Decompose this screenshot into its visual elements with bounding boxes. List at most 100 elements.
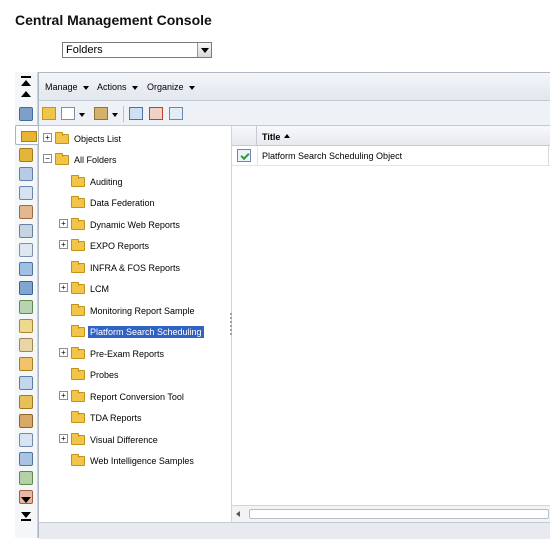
tree-item-data-federation[interactable]: Data Federation bbox=[71, 195, 157, 211]
folder-tree: + Objects List − All Folders Auditing Da… bbox=[39, 126, 231, 522]
folders-icon[interactable] bbox=[15, 125, 39, 145]
refresh-icon[interactable] bbox=[169, 107, 183, 120]
instance-manager-icon[interactable] bbox=[19, 452, 33, 466]
folder-icon bbox=[71, 261, 85, 273]
tree-item-report-conversion-tool[interactable]: Report Conversion Tool bbox=[71, 389, 186, 405]
sessions-icon[interactable] bbox=[19, 433, 33, 447]
inbox-icon[interactable] bbox=[19, 167, 33, 181]
expand-icon[interactable]: + bbox=[59, 283, 68, 292]
scroll-top-bar-icon[interactable] bbox=[21, 76, 31, 78]
tree-item-expo-reports[interactable]: EXPO Reports bbox=[71, 238, 151, 254]
scrollbar-thumb[interactable] bbox=[249, 509, 549, 519]
tree-item-pre-exam-reports[interactable]: Pre-Exam Reports bbox=[71, 346, 166, 362]
horizontal-scrollbar[interactable] bbox=[232, 505, 550, 522]
tree-item-lcm[interactable]: LCM bbox=[71, 281, 111, 297]
page-title: Central Management Console bbox=[15, 12, 212, 28]
scroll-bottom-bar-icon[interactable] bbox=[21, 519, 31, 521]
folder-icon bbox=[71, 368, 85, 380]
chevron-down-icon bbox=[200, 47, 209, 53]
chevron-down-icon[interactable] bbox=[112, 113, 118, 117]
tree-item-auditing[interactable]: Auditing bbox=[71, 174, 125, 190]
object-list: Title Platform Search Scheduling Object bbox=[232, 126, 550, 522]
expand-icon[interactable]: + bbox=[59, 391, 68, 400]
settings-icon[interactable] bbox=[19, 376, 33, 390]
expand-icon[interactable]: + bbox=[59, 434, 68, 443]
toolbar-separator bbox=[123, 106, 124, 122]
connections-icon[interactable] bbox=[19, 262, 33, 276]
expand-icon[interactable]: + bbox=[59, 240, 68, 249]
view-select-dropdown[interactable]: Folders bbox=[62, 42, 212, 58]
table-row[interactable]: Platform Search Scheduling Object bbox=[232, 146, 550, 166]
tree-item-monitoring-report-sample[interactable]: Monitoring Report Sample bbox=[71, 303, 197, 319]
folder-icon bbox=[71, 347, 85, 359]
events-icon[interactable] bbox=[19, 338, 33, 352]
personal-folders-icon[interactable] bbox=[19, 148, 33, 162]
folder-icon bbox=[71, 196, 85, 208]
user-security-icon[interactable] bbox=[149, 107, 163, 120]
menu-organize[interactable]: Organize bbox=[147, 82, 195, 92]
folder-icon bbox=[71, 433, 85, 445]
expand-icon[interactable]: + bbox=[59, 219, 68, 228]
folder-icon bbox=[71, 411, 85, 423]
tree-item-web-intelligence-samples[interactable]: Web Intelligence Samples bbox=[71, 453, 196, 469]
menu-manage[interactable]: Manage bbox=[45, 82, 89, 92]
folder-icon bbox=[71, 304, 85, 316]
folder-icon bbox=[71, 239, 85, 251]
tree-item-objects-list[interactable]: Objects List bbox=[55, 131, 123, 147]
scroll-up-icon[interactable] bbox=[21, 91, 31, 97]
expand-icon[interactable]: + bbox=[59, 348, 68, 357]
chevron-down-icon bbox=[131, 85, 138, 90]
scroll-left-icon[interactable] bbox=[236, 511, 240, 517]
menu-bar: Manage Actions Organize bbox=[39, 73, 550, 101]
chevron-down-icon bbox=[82, 85, 89, 90]
folder-icon bbox=[55, 153, 69, 165]
folder-icon bbox=[71, 454, 85, 466]
federation-icon[interactable] bbox=[19, 471, 33, 485]
scroll-up-icon[interactable] bbox=[21, 80, 31, 86]
expand-icon[interactable]: + bbox=[43, 133, 52, 142]
universes-icon[interactable] bbox=[19, 243, 33, 257]
folder-icon bbox=[71, 390, 85, 402]
dropdown-button[interactable] bbox=[197, 43, 211, 57]
row-title[interactable]: Platform Search Scheduling Object bbox=[262, 151, 402, 161]
tree-item-visual-difference[interactable]: Visual Difference bbox=[71, 432, 160, 448]
scroll-down-icon[interactable] bbox=[21, 497, 31, 503]
list-header: Title bbox=[232, 126, 550, 146]
collapse-icon[interactable]: − bbox=[43, 154, 52, 163]
folder-icon bbox=[55, 132, 69, 144]
servers-icon[interactable] bbox=[19, 224, 33, 238]
view-select-value: Folders bbox=[66, 44, 103, 56]
tree-item-platform-search-scheduling[interactable]: Platform Search Scheduling bbox=[71, 324, 204, 340]
scheduling-object-icon bbox=[237, 149, 251, 162]
column-header-icon[interactable] bbox=[232, 126, 257, 146]
organize-icon[interactable] bbox=[94, 107, 108, 120]
chevron-down-icon[interactable] bbox=[79, 113, 85, 117]
tree-item-probes[interactable]: Probes bbox=[71, 367, 121, 383]
scroll-down-icon[interactable] bbox=[21, 512, 31, 518]
calendars-icon[interactable] bbox=[19, 319, 33, 333]
tree-item-all-folders[interactable]: All Folders bbox=[55, 152, 119, 168]
column-header-title[interactable]: Title bbox=[262, 132, 291, 142]
status-bar bbox=[39, 522, 550, 539]
new-object-icon[interactable] bbox=[61, 107, 75, 120]
applications-icon[interactable] bbox=[19, 357, 33, 371]
license-keys-icon[interactable] bbox=[19, 414, 33, 428]
tree-item-dynamic-web-reports[interactable]: Dynamic Web Reports bbox=[71, 217, 182, 233]
home-icon[interactable] bbox=[19, 107, 33, 121]
menu-actions[interactable]: Actions bbox=[97, 82, 138, 92]
chevron-down-icon bbox=[188, 85, 195, 90]
tree-item-tda-reports[interactable]: TDA Reports bbox=[71, 410, 144, 426]
access-levels-icon[interactable] bbox=[19, 300, 33, 314]
folder-icon bbox=[71, 325, 85, 337]
authentication-icon[interactable] bbox=[19, 395, 33, 409]
sort-ascending-icon bbox=[284, 134, 291, 138]
folder-icon bbox=[71, 175, 85, 187]
server-groups-icon[interactable] bbox=[19, 281, 33, 295]
properties-icon[interactable] bbox=[129, 107, 143, 120]
navigation-rail bbox=[15, 72, 39, 538]
users-groups-icon[interactable] bbox=[19, 205, 33, 219]
new-folder-icon[interactable] bbox=[42, 107, 56, 120]
tree-item-infra-fos-reports[interactable]: INFRA & FOS Reports bbox=[71, 260, 182, 276]
folder-icon bbox=[71, 282, 85, 294]
categories-icon[interactable] bbox=[19, 186, 33, 200]
